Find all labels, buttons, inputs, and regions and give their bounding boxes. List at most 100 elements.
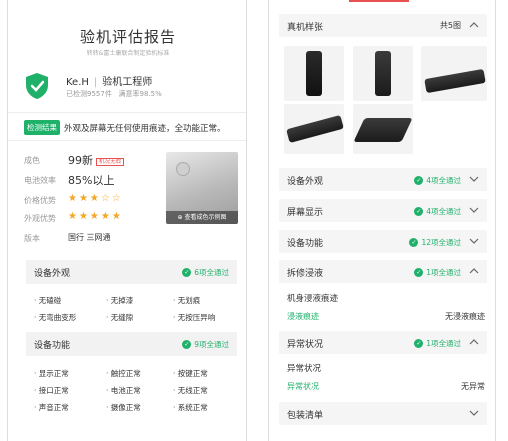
version-value: 国行 三网通 xyxy=(68,233,111,242)
satisfaction-rate: 满意率98.5% xyxy=(118,90,162,98)
zoom-icon: ⊕ xyxy=(177,214,183,221)
appearance-pass-text: 6项全通过 xyxy=(194,268,229,277)
report-panel: 验机评估报告 转转&富士康联合制定验机标准 Ke.H | 验机工程师 已检测9557… xyxy=(7,0,247,441)
abnormal-value: 无异常 xyxy=(461,382,485,391)
check-circle-icon: ✓ xyxy=(414,339,424,348)
price-stars: ★★★☆☆ xyxy=(68,193,123,204)
phone-back xyxy=(375,51,391,96)
appearance-pass: ✓ 6项全通过 xyxy=(182,267,229,278)
function-item: 摄像正常 xyxy=(106,402,141,413)
row-label: 拆修浸液 xyxy=(287,269,324,279)
row-pass-text: 1项全通过 xyxy=(426,268,461,277)
shield-check-icon xyxy=(26,73,48,99)
abnormal-key: 异常状况 xyxy=(287,382,319,391)
row-pass: ✓ 4项全通过 xyxy=(414,206,461,217)
appearance-header[interactable]: 设备外观 ✓ 6项全通过 xyxy=(26,260,237,284)
phone-corner xyxy=(353,118,413,142)
phone-edge xyxy=(286,114,344,144)
row-pass: ✓ 1项全通过 xyxy=(414,338,461,349)
function-item: 显示正常 xyxy=(34,368,69,379)
look-label: 外观优势 xyxy=(24,214,56,223)
check-circle-icon: ✓ xyxy=(414,207,424,216)
samples-header[interactable]: 真机样张 共5图 xyxy=(279,14,487,37)
photo-caption-text: 查看成色示例图 xyxy=(184,214,227,221)
function-pass-text: 9项全通过 xyxy=(194,340,229,349)
check-circle-icon: ✓ xyxy=(414,268,424,277)
function-item: 系统正常 xyxy=(173,402,208,413)
condition-tag: 机况无瑕 xyxy=(96,158,125,166)
chevron-down-icon xyxy=(469,238,479,244)
photo-caption[interactable]: ⊕ 查看成色示例图 xyxy=(166,211,238,224)
function-pass: ✓ 9项全通过 xyxy=(182,339,229,350)
check-circle-icon: ✓ xyxy=(409,238,419,247)
row-label: 屏幕显示 xyxy=(287,208,324,218)
row-pass: ✓ 4项全通过 xyxy=(414,175,461,186)
row-pass-text: 1项全通过 xyxy=(426,339,461,348)
appearance-item: 无按压异响 xyxy=(173,312,216,323)
phone-side xyxy=(424,68,486,94)
inspector-name: Ke.H xyxy=(66,77,89,88)
function-item: 按键正常 xyxy=(173,368,208,379)
result-tag: 检测结果 xyxy=(24,120,60,135)
chevron-down-icon xyxy=(469,410,479,416)
row-label: 设备外观 xyxy=(287,177,324,187)
function-item: 电池正常 xyxy=(106,385,141,396)
row-screen[interactable]: 屏幕显示 ✓ 4项全通过 xyxy=(279,199,487,222)
function-label: 设备功能 xyxy=(34,341,71,351)
phone-front xyxy=(306,51,322,96)
look-stars: ★★★★★ xyxy=(68,211,123,222)
function-item: 无线正常 xyxy=(173,385,208,396)
check-circle-icon: ✓ xyxy=(182,268,192,277)
liquid-key: 浸液痕迹 xyxy=(287,312,319,321)
divider xyxy=(8,140,246,141)
report-title: 验机评估报告 xyxy=(79,28,176,46)
row-abnormal[interactable]: 异常状况 ✓ 1项全通过 xyxy=(279,331,487,354)
row-pass-text: 4项全通过 xyxy=(426,207,461,216)
chevron-down-icon xyxy=(469,176,479,182)
function-item: 接口正常 xyxy=(34,385,69,396)
report-subtitle: 转转&富士康联合制定验机标准 xyxy=(86,50,170,57)
row-package[interactable]: 包装清单 xyxy=(279,402,487,425)
row-pass-text: 12项全通过 xyxy=(421,238,461,247)
row-function[interactable]: 设备功能 ✓ 12项全通过 xyxy=(279,230,487,253)
row-pass: ✓ 1项全通过 xyxy=(414,267,461,278)
checked-count: 已检测9557件 xyxy=(66,90,112,98)
check-circle-icon: ✓ xyxy=(414,176,424,185)
row-appearance[interactable]: 设备外观 ✓ 4项全通过 xyxy=(279,168,487,191)
sample-photo[interactable] xyxy=(284,46,344,101)
samples-count: 共5图 xyxy=(439,21,461,30)
appearance-item: 无缝隙 xyxy=(106,312,134,323)
top-accent-line xyxy=(349,0,409,2)
camera-lens xyxy=(176,162,190,176)
check-circle-icon: ✓ xyxy=(182,340,192,349)
result-text: 外观及屏幕无任何使用痕迹，全功能正常。 xyxy=(64,123,226,134)
samples-label: 真机样张 xyxy=(287,23,324,33)
row-label: 包装清单 xyxy=(287,411,324,421)
appearance-item: 无弯曲变形 xyxy=(34,312,77,323)
condition-value-row: 99新 机况无瑕 xyxy=(68,152,125,168)
row-label: 异常状况 xyxy=(287,340,324,350)
condition-label: 成色 xyxy=(24,156,40,165)
version-label: 版本 xyxy=(24,234,40,243)
chevron-down-icon xyxy=(469,207,479,213)
inspector-line: Ke.H | 验机工程师 xyxy=(66,77,153,88)
battery-value: 85%以上 xyxy=(68,174,115,187)
condition-photo[interactable]: ⊕ 查看成色示例图 xyxy=(166,152,238,224)
row-label: 设备功能 xyxy=(287,239,324,249)
sample-photo[interactable] xyxy=(421,46,487,101)
price-label: 价格优势 xyxy=(24,196,56,205)
details-panel: 真机样张 共5图 设备外观 ✓ 4项全通过 屏幕显示 ✓ 4项全通过 设备功能 ✓ 1… xyxy=(268,0,496,441)
appearance-label: 设备外观 xyxy=(34,269,71,279)
function-item: 声音正常 xyxy=(34,402,69,413)
sample-photo[interactable] xyxy=(353,104,413,154)
sample-photo[interactable] xyxy=(353,46,413,101)
abnormal-title: 异常状况 xyxy=(287,364,322,374)
condition-value: 99新 xyxy=(68,154,93,167)
liquid-value: 无浸液痕迹 xyxy=(445,312,485,321)
inspector-stats: 已检测9557件 满意率98.5% xyxy=(66,89,162,99)
function-item: 触控正常 xyxy=(106,368,141,379)
sample-photo[interactable] xyxy=(284,104,344,154)
function-header[interactable]: 设备功能 ✓ 9项全通过 xyxy=(26,332,237,356)
row-liquid[interactable]: 拆修浸液 ✓ 1项全通过 xyxy=(279,260,487,283)
appearance-item: 无划痕 xyxy=(173,295,201,306)
